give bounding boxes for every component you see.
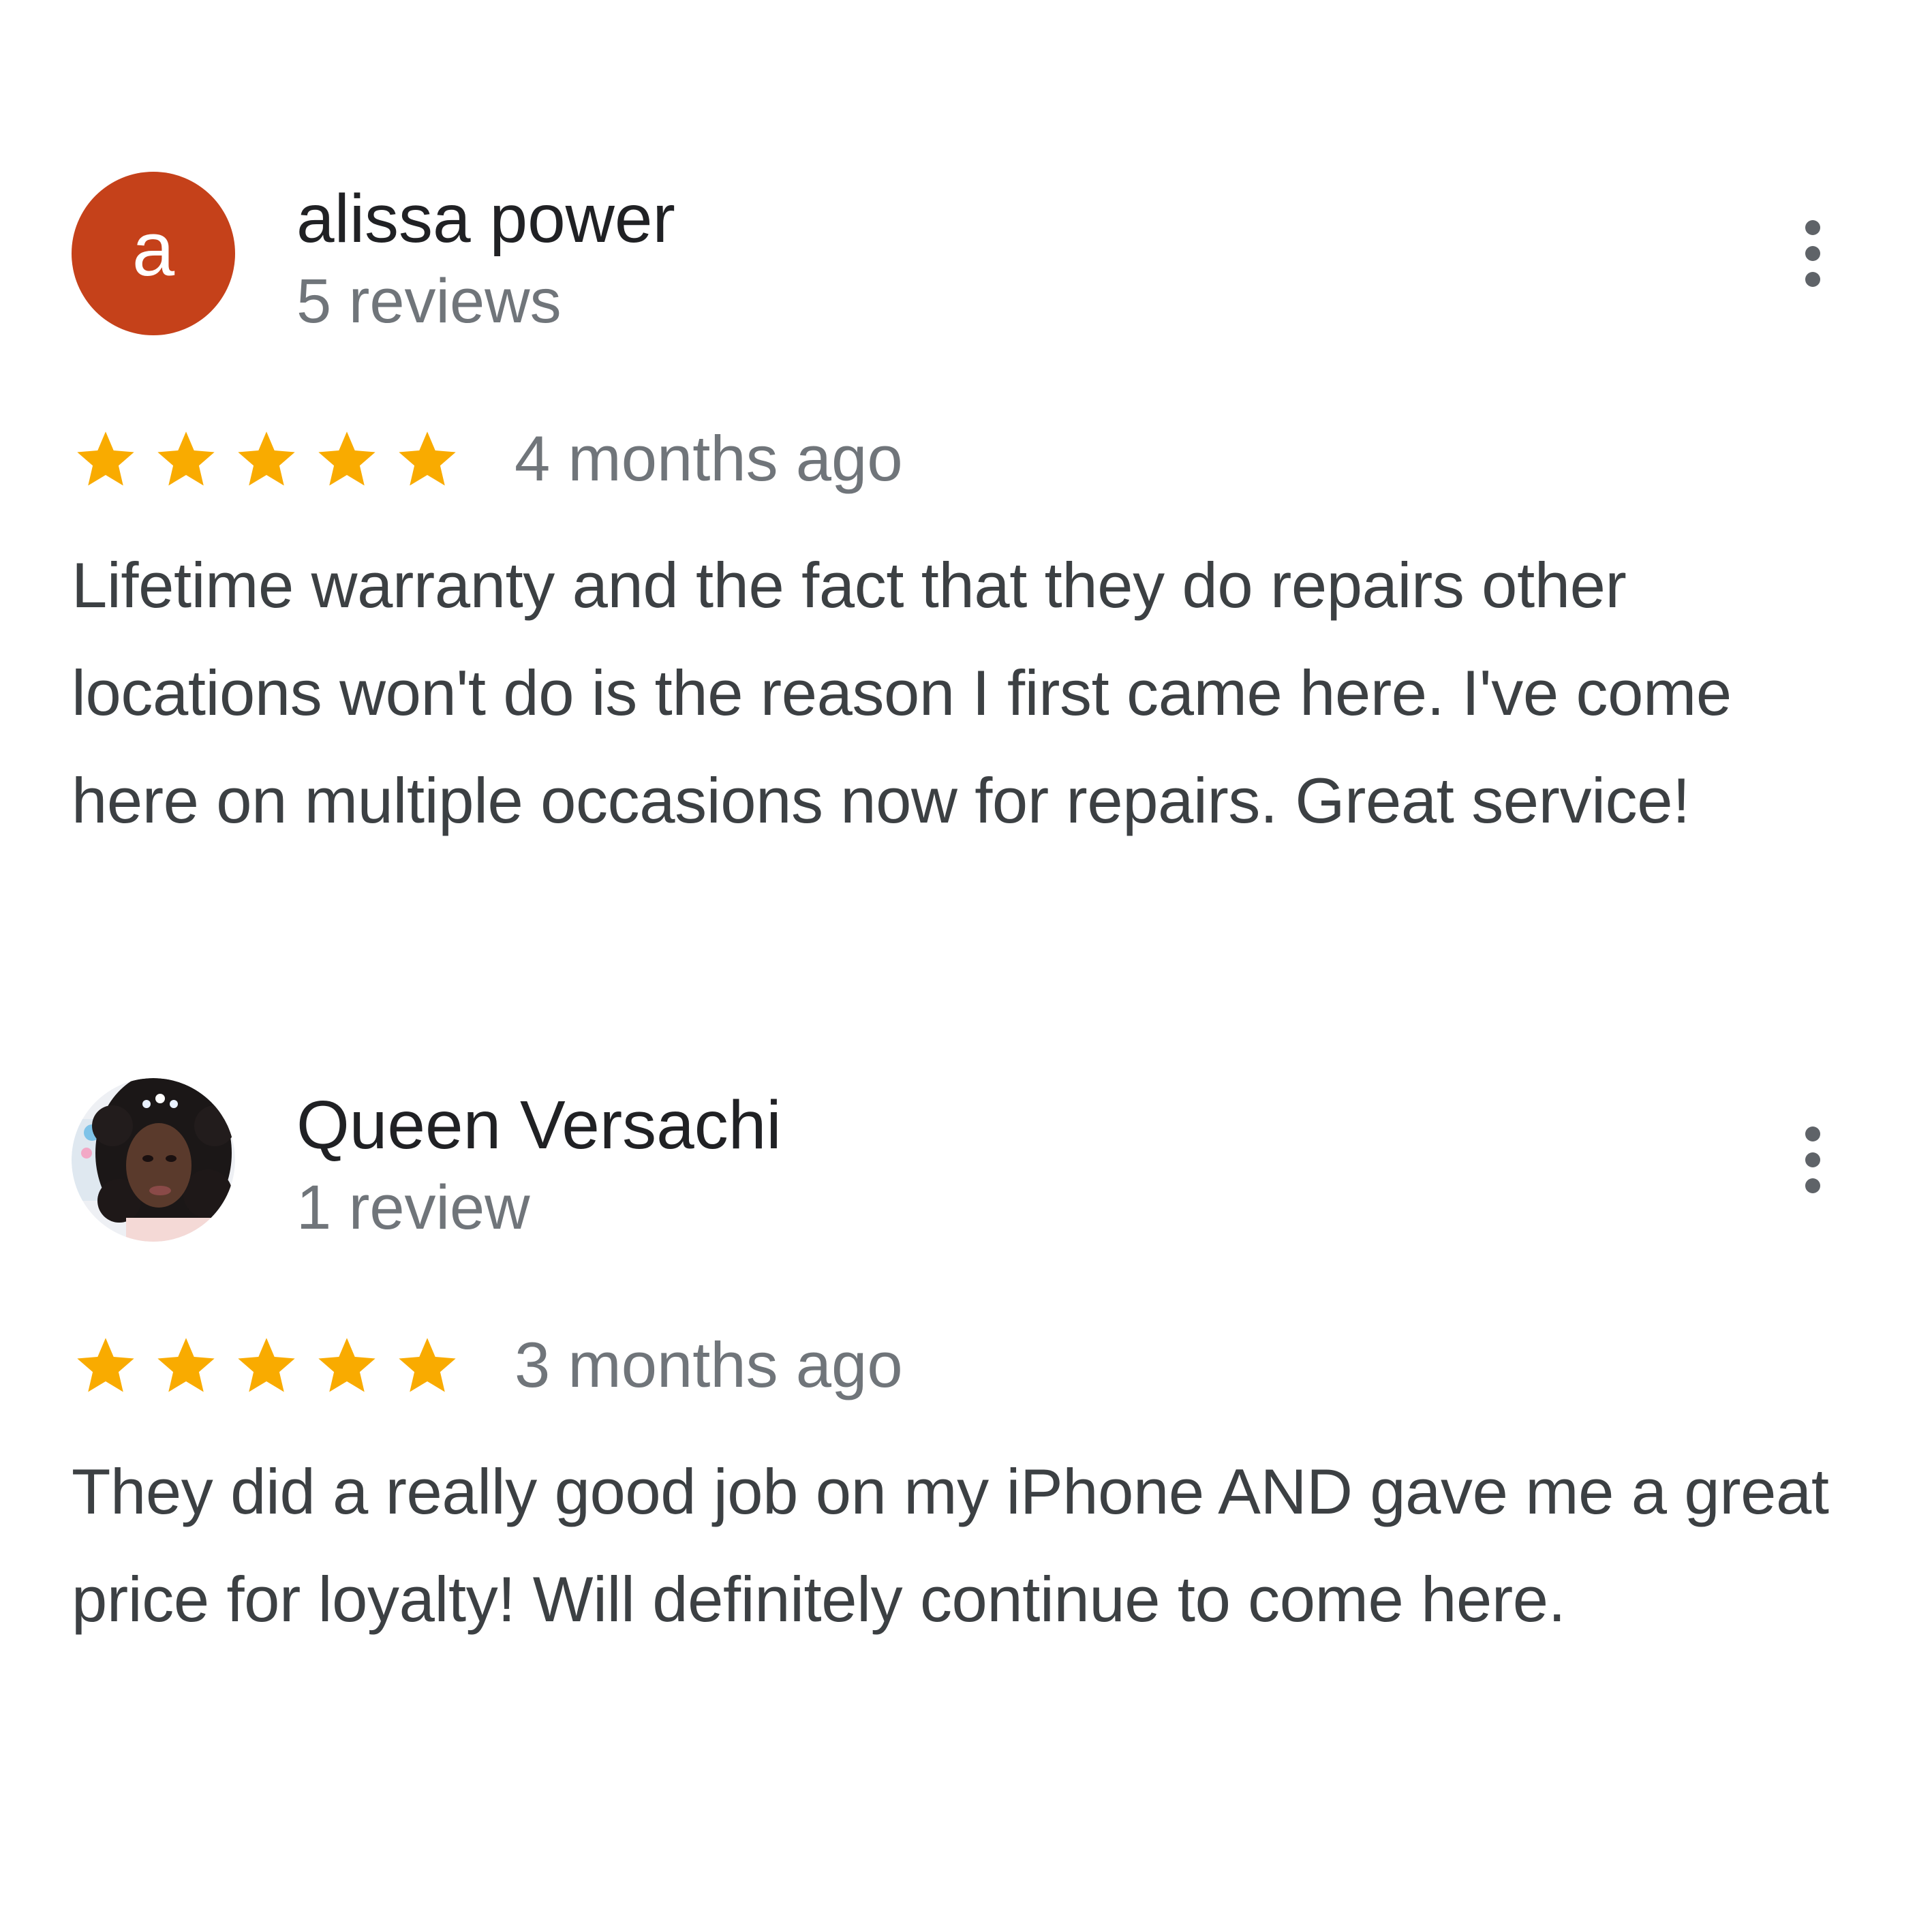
review-time: 3 months ago [515,1329,903,1400]
star-icon [72,426,152,494]
more-options-button[interactable] [1782,206,1843,301]
reviewer-review-count[interactable]: 5 reviews [296,266,562,336]
star-icon [313,1332,393,1400]
rating-row: 3 months ago [72,1329,1843,1404]
rating-row: 4 months ago [72,423,1843,497]
more-vert-icon [1805,1126,1820,1141]
review-card: a alissa power 5 reviews 4 months ago Li… [72,172,1843,855]
more-options-button[interactable] [1782,1112,1843,1208]
star-icon [393,426,474,494]
avatar[interactable] [72,1078,235,1242]
more-vert-icon [1805,220,1820,235]
star-rating [72,426,474,494]
review-header: a alissa power 5 reviews [72,172,1843,336]
review-text: They did a really good job on my iPhone … [72,1456,1829,1635]
star-icon [72,1332,152,1400]
star-icon [393,1332,474,1400]
star-icon [313,426,393,494]
more-vert-icon-dot [1805,272,1820,287]
reviewer-review-count[interactable]: 1 review [296,1173,530,1242]
more-vert-icon-dot [1805,1152,1820,1167]
more-vert-icon-dot [1805,1178,1820,1193]
star-icon [232,426,313,494]
star-icon [152,426,232,494]
more-vert-icon-dot [1805,246,1820,261]
avatar-letter: a [132,206,175,292]
review-header: Queen Versachi 1 review [72,1078,1843,1242]
avatar-photo [72,1078,235,1242]
star-icon [232,1332,313,1400]
review-time: 4 months ago [515,423,903,494]
star-icon [152,1332,232,1400]
reviewer-name[interactable]: alissa power [296,181,675,256]
review-text: Lifetime warranty and the fact that they… [72,549,1732,836]
avatar[interactable]: a [72,172,235,335]
star-rating [72,1332,474,1400]
reviewer-name[interactable]: Queen Versachi [296,1088,782,1163]
review-card: Queen Versachi 1 review 3 months ago The… [72,1078,1843,1653]
